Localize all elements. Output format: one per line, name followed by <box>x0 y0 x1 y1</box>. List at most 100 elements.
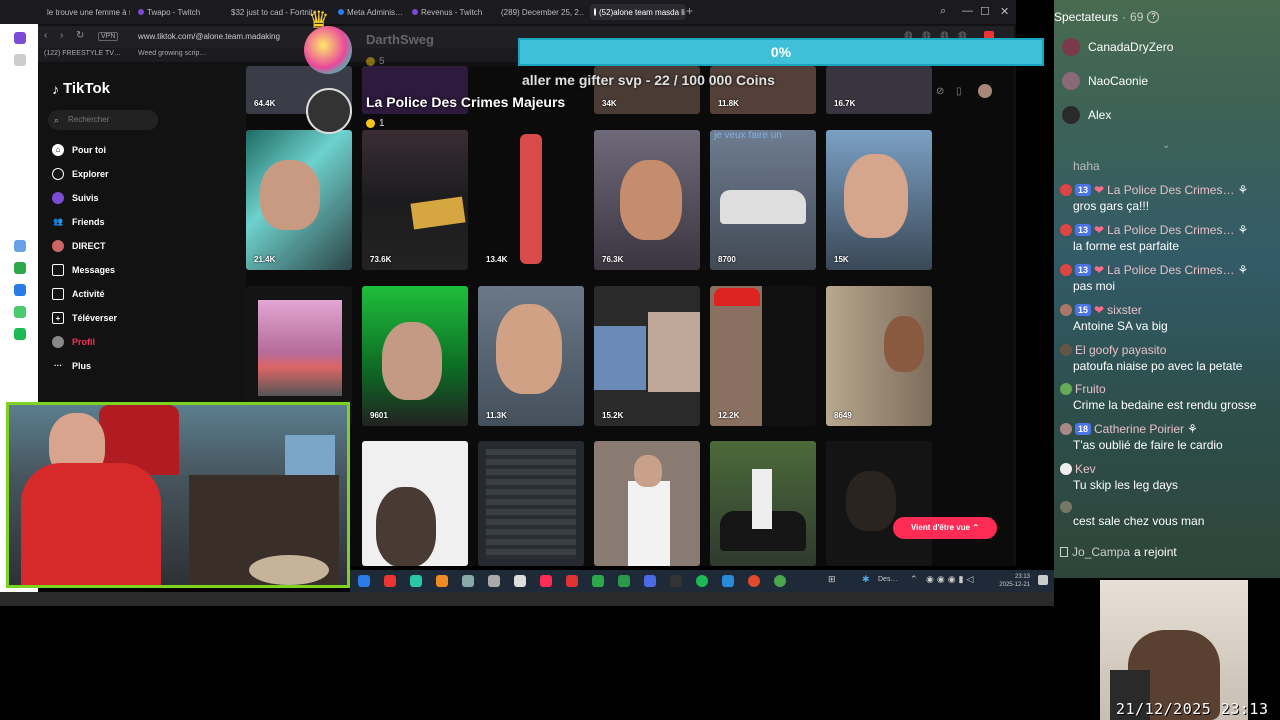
xbox-icon[interactable] <box>618 575 630 587</box>
nav-item-suivis[interactable]: Suivis <box>52 190 99 206</box>
nav-item-explorer[interactable]: Explorer <box>52 166 109 182</box>
message-username[interactable]: El goofy payasito <box>1075 342 1166 358</box>
video-thumbnail[interactable]: je veux faire un 8700 <box>710 130 816 270</box>
app-icon[interactable] <box>436 575 448 587</box>
video-thumbnail[interactable] <box>478 441 584 566</box>
taskbar-clock[interactable]: 23:13 2025-12-21 <box>999 573 1030 589</box>
app-icon[interactable] <box>748 575 760 587</box>
video-thumbnail[interactable] <box>594 441 700 566</box>
tiktok-logo[interactable]: ♪ TikTok <box>52 80 110 97</box>
browser-tab[interactable]: Twapo - Twitch <box>138 4 220 20</box>
start-icon[interactable] <box>358 575 370 587</box>
video-thumbnail[interactable]: 11.3K <box>478 286 584 426</box>
minimize-icon[interactable]: — <box>962 5 973 17</box>
video-thumbnail[interactable]: 13.4K <box>478 130 584 270</box>
back-icon[interactable]: ‹ <box>44 30 47 41</box>
video-thumbnail[interactable]: 12.2K <box>710 286 816 426</box>
app-icon[interactable] <box>462 575 474 587</box>
help-icon[interactable]: ? <box>1147 11 1160 23</box>
nav-item-messages[interactable]: Messages <box>52 262 115 278</box>
app-icon[interactable] <box>644 575 656 587</box>
video-thumbnail[interactable] <box>826 441 932 566</box>
app-icon[interactable] <box>670 575 682 587</box>
nav-item-activite[interactable]: Activité <box>52 286 105 302</box>
spotify-icon[interactable] <box>14 328 26 340</box>
app-icon[interactable] <box>592 575 604 587</box>
viewer-item[interactable]: Alex <box>1062 106 1111 124</box>
tray-icons[interactable]: ◉◉◉▮◁ <box>926 574 976 585</box>
level-badge: 18 <box>1075 423 1092 435</box>
browser-tab[interactable]: Revenus - Twitch <box>412 4 492 20</box>
video-thumbnail[interactable]: 16.7K <box>826 66 932 114</box>
user-avatar[interactable] <box>978 84 992 98</box>
video-thumbnail[interactable]: 8649 <box>826 286 932 426</box>
search-tabs-icon[interactable]: ⌕ <box>940 5 946 18</box>
sidebar-app-icon[interactable] <box>14 306 26 318</box>
join-username[interactable]: Jo_Campa <box>1072 545 1130 559</box>
browser-tab[interactable]: le trouve une femme à sa… <box>44 4 130 20</box>
video-thumbnail[interactable] <box>362 441 468 566</box>
tab-label: Twapo - Twitch <box>147 7 201 17</box>
app-icon[interactable] <box>540 575 552 587</box>
live-viewed-button[interactable]: Vient d'être vue ⌃ <box>893 517 997 539</box>
message-username[interactable]: La Police Des Crimes… <box>1107 222 1234 238</box>
weather-icon[interactable]: ✱ <box>862 574 870 585</box>
browser-tab[interactable]: Meta Adminis… <box>338 4 408 20</box>
app-icon[interactable] <box>488 575 500 587</box>
browser-tab-active[interactable]: (52)alone team masda li… <box>590 4 686 20</box>
nav-item-friends[interactable]: 👥 Friends <box>52 214 105 230</box>
whatsapp-icon[interactable] <box>14 262 26 274</box>
app-icon[interactable] <box>410 575 422 587</box>
video-thumbnail[interactable]: 15.2K <box>594 286 700 426</box>
nav-item-televerser[interactable]: + Téléverser <box>52 310 117 326</box>
tray-icon[interactable]: ⊞ <box>828 574 836 585</box>
live-indicator-icon[interactable]: ⊘ <box>936 86 944 97</box>
nav-item-direct[interactable]: DIRECT <box>52 238 106 254</box>
viewer-item[interactable]: NaoCaonie <box>1062 72 1148 90</box>
message-username[interactable]: Catherine Poirier <box>1094 421 1184 437</box>
message-username[interactable]: Kev <box>1075 461 1096 477</box>
notification-icon[interactable] <box>1038 575 1048 585</box>
new-tab-button[interactable]: + <box>686 4 693 18</box>
messenger-icon[interactable] <box>14 284 26 296</box>
app-icon[interactable] <box>514 575 526 587</box>
viewer-item[interactable]: CanadaDryZero <box>1062 38 1173 56</box>
nav-item-pour-toi[interactable]: ⌂ Pour toi <box>52 142 106 158</box>
video-thumbnail[interactable]: 21.4K <box>246 130 352 270</box>
video-thumbnail[interactable]: 15K <box>826 130 932 270</box>
vpn-badge-icon[interactable]: VPN <box>98 32 119 41</box>
browser-tab[interactable]: (289) December 25, 2… <box>498 4 584 20</box>
app-icon[interactable] <box>384 575 396 587</box>
aria-icon[interactable] <box>14 32 26 44</box>
bookmark-item[interactable]: Weed growing scrip… <box>138 50 206 57</box>
video-thumbnail[interactable]: 73.6K <box>362 130 468 270</box>
message-username[interactable]: Fruito <box>1075 381 1106 397</box>
nav-item-plus[interactable]: ··· Plus <box>52 358 91 374</box>
tray-chevron-icon[interactable]: ⌃ <box>910 574 918 585</box>
message-username[interactable]: La Police Des Crimes… <box>1107 262 1234 278</box>
video-thumbnail[interactable]: 76.3K <box>594 130 700 270</box>
browser-tab[interactable]: $32 just to cad - Fortnite <box>228 4 316 20</box>
message-username[interactable]: sixster <box>1107 302 1142 318</box>
taskbar-search-label[interactable]: Des… <box>878 576 897 583</box>
car-photo <box>258 300 342 396</box>
bookmark-item[interactable]: (122) FREESTYLE TV… <box>44 50 121 57</box>
url-field[interactable]: www.tiktok.com/@alone.team.madaking <box>138 29 308 45</box>
chrome-icon[interactable] <box>774 575 786 587</box>
video-thumbnail[interactable] <box>710 441 816 566</box>
forward-icon[interactable]: › <box>60 30 63 41</box>
search-input[interactable]: ⌕ Rechercher <box>48 110 158 130</box>
message-username[interactable]: La Police Des Crimes… <box>1107 182 1234 198</box>
close-icon[interactable]: ✕ <box>1000 5 1009 18</box>
spotify-icon[interactable] <box>696 575 708 587</box>
video-thumbnail[interactable]: 9601 <box>362 286 468 426</box>
nav-item-profil[interactable]: Profil <box>52 334 95 350</box>
reload-icon[interactable]: ↻ <box>76 30 84 41</box>
star-icon[interactable] <box>14 54 26 66</box>
app-icon[interactable] <box>566 575 578 587</box>
app-icon[interactable] <box>722 575 734 587</box>
maximize-icon[interactable]: ☐ <box>980 5 990 18</box>
sidebar-app-icon[interactable] <box>14 240 26 252</box>
chevron-down-icon[interactable]: ⌄ <box>1162 140 1170 151</box>
fullscreen-icon[interactable]: ▯ <box>956 86 962 97</box>
